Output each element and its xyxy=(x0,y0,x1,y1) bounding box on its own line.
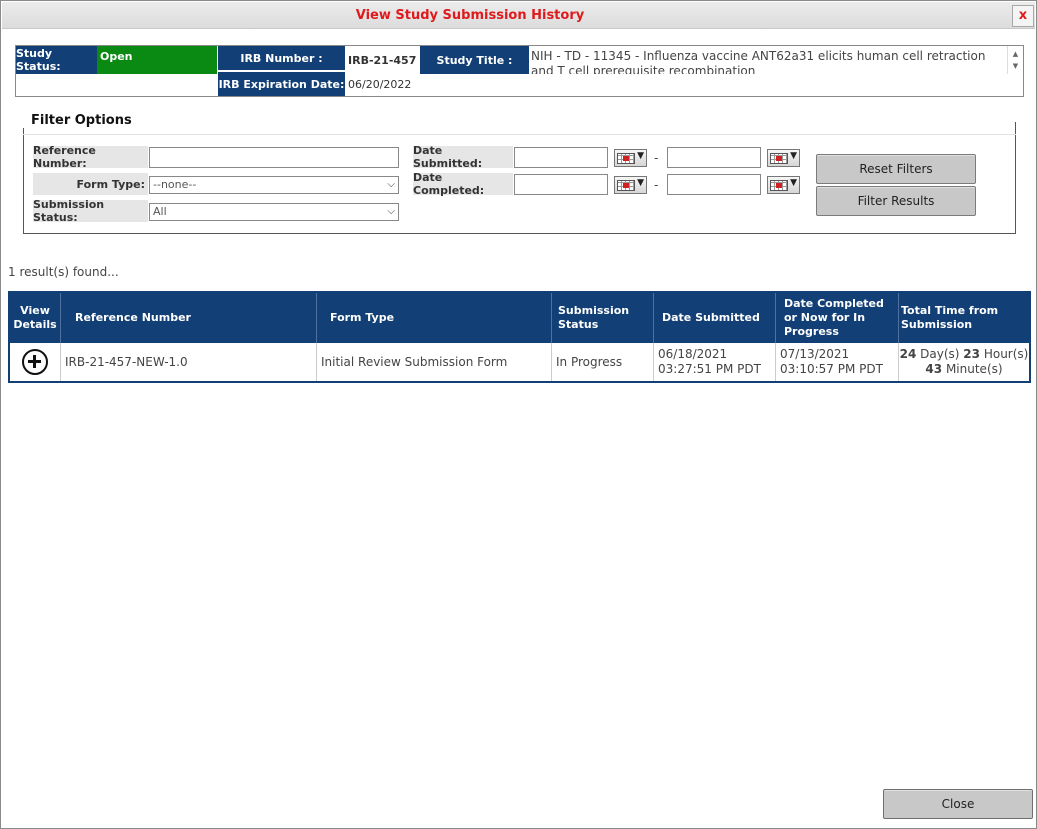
column-header-reference-number: Reference Number xyxy=(61,293,317,343)
chevron-down-icon: ⌵ xyxy=(387,206,395,217)
form-type-cell: Initial Review Submission Form xyxy=(317,343,552,381)
study-title-text: NIH - TD - 11345 - Influenza vaccine ANT… xyxy=(531,49,986,74)
total-days: 24 xyxy=(899,347,917,361)
reference-number-cell: IRB-21-457-NEW-1.0 xyxy=(61,343,317,381)
close-button[interactable]: Close xyxy=(883,789,1033,819)
study-status-label: Study Status: xyxy=(16,46,97,74)
submission-status-label: Submission Status: xyxy=(33,198,148,224)
date-submitted-label: Date Submitted: xyxy=(413,144,513,170)
column-header-date-completed: Date Completed or Now for In Progress xyxy=(776,293,899,343)
submission-history-dialog: View Study Submission History x Study St… xyxy=(0,0,1037,829)
date-completed-cell: 07/13/2021 03:10:57 PM PDT xyxy=(776,343,899,381)
submitted-date: 06/18/2021 xyxy=(658,347,728,361)
filter-options-heading: Filter Options xyxy=(23,113,138,128)
completed-time: 03:10:57 PM PDT xyxy=(780,362,883,376)
submitted-time: 03:27:51 PM PDT xyxy=(658,362,761,376)
irb-expiration-label: IRB Expiration Date: xyxy=(218,72,345,96)
minutes-unit: Minute(s) xyxy=(945,362,1003,376)
chevron-down-icon: ⌵ xyxy=(387,179,395,190)
total-minutes: 43 xyxy=(925,362,943,376)
close-x-button[interactable]: x xyxy=(1012,5,1034,27)
study-title-value: NIH - TD - 11345 - Influenza vaccine ANT… xyxy=(530,46,1023,74)
date-submitted-to-calendar-button[interactable]: ▼ xyxy=(767,149,800,167)
form-type-select[interactable]: --none-- ⌵ xyxy=(149,176,399,194)
days-unit: Day(s) xyxy=(920,347,960,361)
date-submitted-cell: 06/18/2021 03:27:51 PM PDT xyxy=(654,343,776,381)
column-header-total-time: Total Time from Submission xyxy=(899,293,1029,343)
date-completed-from-input[interactable] xyxy=(514,174,608,195)
dialog-title: View Study Submission History xyxy=(355,8,585,23)
irb-expiration-value: 06/20/2022 xyxy=(348,78,412,91)
total-minutes-line: 43 Minute(s) xyxy=(925,362,1002,377)
date-completed-to-input[interactable] xyxy=(667,174,761,195)
column-header-submission-status: Submission Status xyxy=(552,293,654,343)
view-details-cell xyxy=(10,343,61,381)
study-info-panel: Study Status: Open IRB Number : IRB-21-4… xyxy=(15,45,1024,97)
date-completed-from-calendar-button[interactable]: ▼ xyxy=(614,176,647,194)
date-submitted-from-input[interactable] xyxy=(514,147,608,168)
column-header-date-submitted: Date Submitted xyxy=(654,293,776,343)
date-range-dash: - xyxy=(654,178,659,192)
reference-number-label: Reference Number: xyxy=(33,144,148,170)
column-header-view-details: View Details xyxy=(10,293,61,343)
hours-unit: Hour(s) xyxy=(983,347,1029,361)
study-status-badge: Open xyxy=(97,46,217,74)
reset-filters-button[interactable]: Reset Filters xyxy=(816,154,976,184)
result-count: 1 result(s) found... xyxy=(8,265,119,279)
submission-status-cell: In Progress xyxy=(552,343,654,381)
study-title-label: Study Title : xyxy=(420,46,529,74)
date-completed-label: Date Completed: xyxy=(413,171,513,197)
results-table: View Details Reference Number Form Type … xyxy=(8,291,1031,383)
total-time-cell: 24 Day(s) 23 Hour(s) 43 Minute(s) xyxy=(899,343,1029,381)
title-scrollbar[interactable]: ▲ ▼ xyxy=(1007,46,1023,74)
date-range-dash: - xyxy=(654,151,659,165)
column-header-form-type: Form Type xyxy=(317,293,552,343)
completed-date: 07/13/2021 xyxy=(780,347,850,361)
reference-number-input[interactable] xyxy=(149,147,399,168)
filter-divider xyxy=(23,122,1016,135)
expand-details-icon[interactable] xyxy=(22,349,48,375)
form-type-selected: --none-- xyxy=(153,178,197,191)
submission-status-select[interactable]: All ⌵ xyxy=(149,203,399,221)
form-type-label: Form Type: xyxy=(33,173,148,195)
date-completed-to-calendar-button[interactable]: ▼ xyxy=(767,176,800,194)
date-submitted-to-input[interactable] xyxy=(667,147,761,168)
total-hours: 23 xyxy=(963,347,980,361)
total-days-hours: 24 Day(s) 23 Hour(s) xyxy=(900,347,1029,362)
irb-number-value: IRB-21-457 xyxy=(348,54,417,67)
filter-results-button[interactable]: Filter Results xyxy=(816,186,976,216)
irb-number-label: IRB Number : xyxy=(218,46,345,70)
submission-status-selected: All xyxy=(153,205,167,218)
date-submitted-from-calendar-button[interactable]: ▼ xyxy=(614,149,647,167)
dialog-titlebar: View Study Submission History x xyxy=(2,2,1035,29)
